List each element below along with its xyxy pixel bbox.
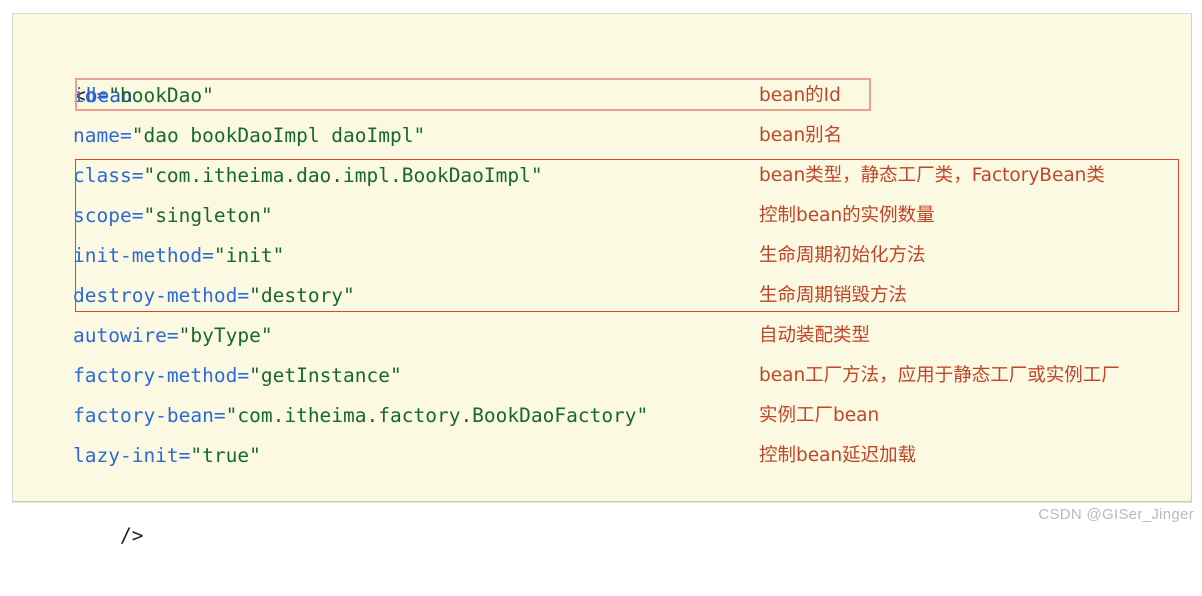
attribute-annotation: 控制bean延迟加载: [759, 445, 917, 466]
attribute-name: name: [73, 124, 120, 147]
attribute-value: "com.itheima.factory.BookDaoFactory": [225, 404, 649, 427]
attribute-equals: =: [131, 164, 144, 187]
attribute-annotation: 实例工厂bean: [759, 405, 880, 426]
attribute-row: factory-bean="com.itheima.factory.BookDa…: [73, 396, 1183, 436]
attribute-equals: =: [213, 404, 226, 427]
attribute-annotation: bean别名: [759, 125, 843, 146]
attribute-name: id: [73, 84, 97, 107]
attribute-value: "true": [190, 444, 261, 467]
attribute-annotation: 生命周期销毁方法: [759, 285, 908, 306]
attribute-name: destroy-method: [73, 284, 238, 307]
attribute-name: init-method: [73, 244, 203, 267]
attribute-equals: =: [237, 364, 250, 387]
attribute-annotation: bean的Id: [759, 85, 841, 106]
attribute-equals: =: [131, 204, 144, 227]
attribute-value: "destory": [249, 284, 355, 307]
attribute-row: id="bookDao" bean的Id: [73, 76, 1183, 116]
attribute-value: "init": [213, 244, 285, 267]
attribute-name: scope: [73, 204, 132, 227]
code-block: <bean id="bookDao" bean的Id name="dao bookD…: [12, 13, 1192, 547]
attribute-row: name="dao bookDaoImpl daoImpl" bean别名: [73, 116, 1183, 156]
attribute-name: autowire: [73, 324, 167, 347]
attribute-equals: =: [119, 124, 132, 147]
attribute-value: "com.itheima.dao.impl.BookDaoImpl": [143, 164, 543, 187]
attribute-value: "bookDao": [108, 84, 214, 107]
code-line-open-tag: <bean: [27, 36, 133, 107]
attribute-value: "byType": [178, 324, 273, 347]
attribute-name: factory-method: [73, 364, 238, 387]
attribute-row: class="com.itheima.dao.impl.BookDaoImpl"…: [73, 156, 1183, 196]
attribute-equals: =: [237, 284, 250, 307]
attribute-annotation: 自动装配类型: [759, 325, 871, 346]
attribute-annotation: bean类型，静态工厂类，FactoryBean类: [759, 165, 1105, 186]
attribute-equals: =: [202, 244, 214, 267]
attribute-row: lazy-init="true" 控制bean延迟加载: [73, 436, 1183, 476]
attribute-value: "singleton": [143, 204, 273, 227]
attribute-name: factory-bean: [73, 404, 214, 427]
attribute-equals: =: [166, 324, 179, 347]
attribute-row: scope="singleton" 控制bean的实例数量: [73, 196, 1183, 236]
attribute-row: destroy-method="destory" 生命周期销毁方法: [73, 276, 1183, 316]
attribute-row: autowire="byType" 自动装配类型: [73, 316, 1183, 356]
self-closing-tag: />: [119, 524, 144, 547]
attribute-equals: =: [96, 84, 109, 107]
attribute-name: lazy-init: [73, 444, 179, 467]
attribute-value: "getInstance": [249, 364, 402, 387]
attribute-annotation: 生命周期初始化方法: [759, 245, 926, 266]
attribute-name: class: [73, 164, 132, 187]
attribute-row: init-method="init" 生命周期初始化方法: [73, 236, 1183, 276]
attribute-value: "dao bookDaoImpl daoImpl": [131, 124, 426, 147]
attribute-equals: =: [178, 444, 191, 467]
attribute-annotation: bean工厂方法，应用于静态工厂或实例工厂: [759, 365, 1120, 386]
watermark: CSDN @GISer_Jinger: [1038, 506, 1194, 523]
code-line-close-tag: />: [73, 476, 1183, 547]
attribute-row: factory-method="getInstance" bean工厂方法，应用于…: [73, 356, 1183, 396]
attribute-annotation: 控制bean的实例数量: [759, 205, 935, 226]
